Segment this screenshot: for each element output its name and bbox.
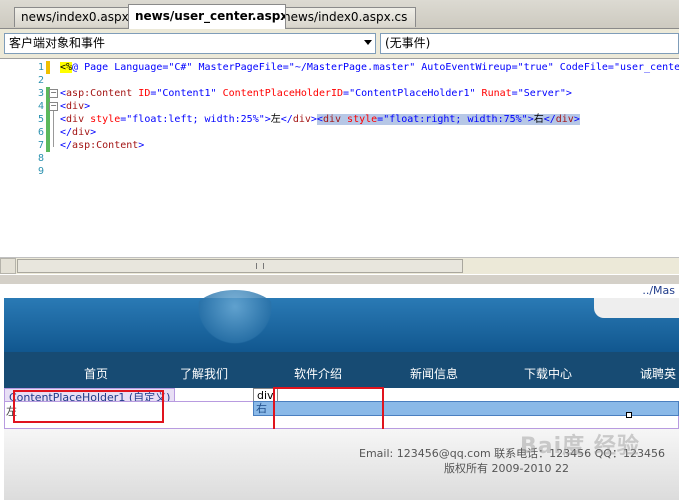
collapse-icon[interactable]: − [49, 102, 58, 111]
resize-handle[interactable] [626, 412, 632, 418]
collapse-icon[interactable]: − [49, 89, 58, 98]
header-banner [4, 290, 679, 352]
code-line: <div> [60, 101, 91, 112]
line-number: 7 [37, 140, 44, 151]
scroll-left-button[interactable] [0, 258, 16, 274]
footer-copyright: 版权所有 2009-2010 22 [444, 462, 569, 475]
code-editor[interactable]: 1 2 3 4 5 6 7 8 9 − − <%@ Page Language=… [0, 59, 679, 257]
chevron-down-icon[interactable] [364, 40, 372, 45]
fold-guide [53, 111, 54, 147]
grip-icon [256, 263, 264, 269]
scroll-thumb[interactable] [17, 259, 463, 273]
nav-item-software[interactable]: 软件介绍 [294, 365, 342, 382]
nav-item-home[interactable]: 首页 [84, 365, 108, 382]
line-number: 3 [37, 88, 44, 99]
events-value: (无事件) [385, 36, 431, 50]
master-page-link[interactable]: ../Mas [0, 284, 679, 298]
events-dropdown[interactable]: (无事件) [380, 33, 679, 54]
highlight-box-left [13, 390, 164, 423]
line-number: 9 [37, 166, 44, 177]
line-number: 8 [37, 153, 44, 164]
tab-index0-aspx-cs[interactable]: news/index0.aspx.cs [276, 7, 416, 27]
baidu-watermark: Bai度 经验 [520, 434, 640, 459]
code-line: </div> [60, 127, 97, 138]
client-objects-dropdown[interactable]: 客户端对象和事件 [4, 33, 376, 54]
line-number-gutter: 1 2 3 4 5 6 7 8 9 [0, 59, 50, 257]
tab-user-center-aspx[interactable]: news/user_center.aspx [128, 4, 286, 29]
design-view[interactable]: ../Mas 首页 了解我们 软件介绍 新闻信息 下载中心 诚聘英 Conten… [0, 284, 679, 500]
nav-bar: 首页 了解我们 软件介绍 新闻信息 下载中心 诚聘英 [4, 352, 679, 388]
line-number: 5 [37, 114, 44, 125]
nav-item-about[interactable]: 了解我们 [180, 365, 228, 382]
line-number: 6 [37, 127, 44, 138]
nav-item-jobs[interactable]: 诚聘英 [640, 365, 676, 382]
banner-tray [594, 298, 679, 318]
code-line: <div style="float:left; width:25%">左</di… [60, 114, 580, 125]
client-objects-value: 客户端对象和事件 [9, 36, 106, 50]
nav-item-news[interactable]: 新闻信息 [410, 365, 458, 382]
change-indicator [46, 61, 50, 74]
highlight-box-right [273, 387, 384, 434]
code-line: </asp:Content> [60, 140, 145, 151]
line-number: 2 [37, 75, 44, 86]
right-div-text: 右 [256, 402, 267, 415]
line-number: 4 [37, 101, 44, 112]
horizontal-scrollbar[interactable] [0, 257, 679, 275]
nav-item-download[interactable]: 下载中心 [524, 365, 572, 382]
tab-index0-aspx[interactable]: news/index0.aspx [14, 7, 140, 27]
code-line: <asp:Content ID="Content1" ContentPlaceH… [60, 88, 572, 99]
event-dropdown-bar: 客户端对象和事件 (无事件) [0, 29, 679, 59]
line-number: 1 [37, 62, 44, 73]
globe-graphic [190, 290, 280, 346]
document-tab-bar: news/index0.aspx news/user_center.aspx n… [0, 0, 679, 29]
code-line: <%@ Page Language="C#" MasterPageFile="~… [60, 62, 679, 73]
